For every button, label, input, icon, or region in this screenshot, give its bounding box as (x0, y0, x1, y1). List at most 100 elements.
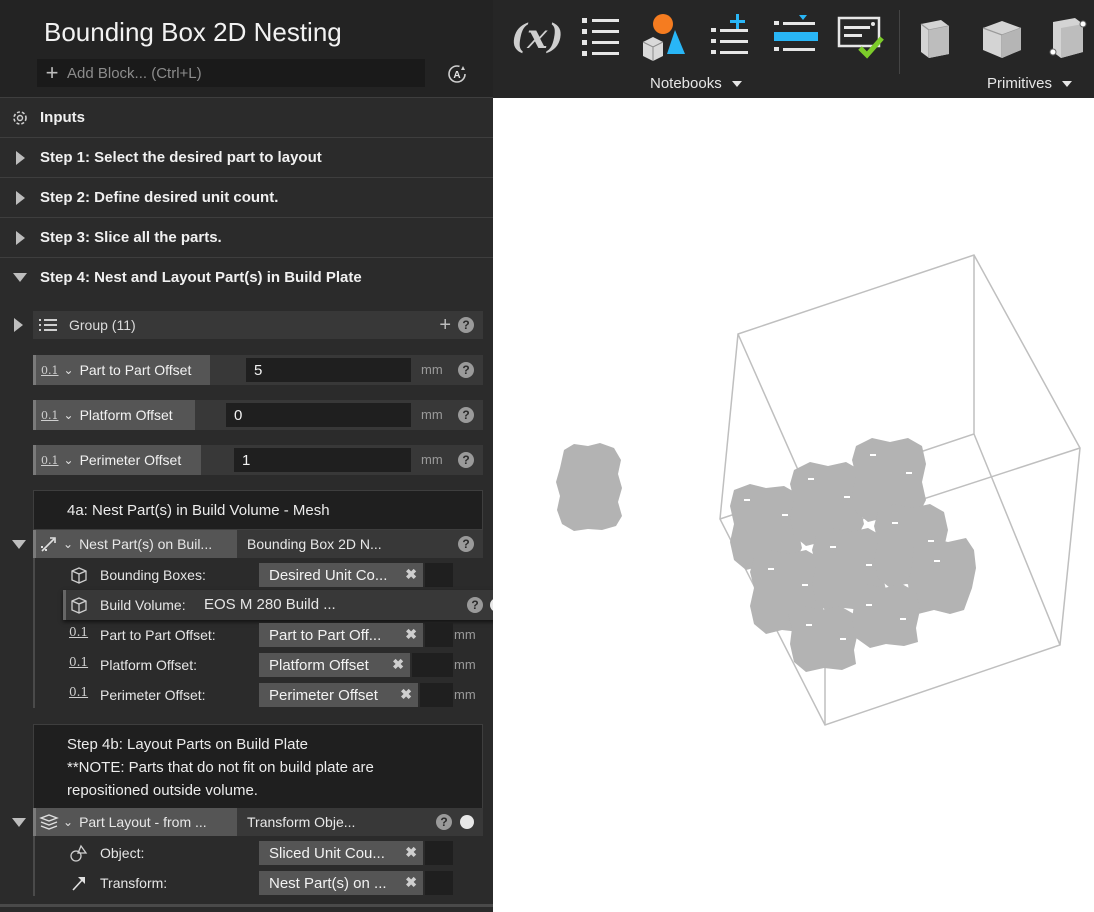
chevron-down-icon[interactable]: ⌄ (59, 537, 79, 551)
checklist-icon[interactable] (836, 12, 886, 62)
svg-text:A: A (453, 70, 460, 81)
block-4b-note-line: **NOTE: Parts that do not fit on build p… (67, 759, 374, 776)
chip-label: Desired Unit Co... (269, 566, 388, 584)
chevron-down-icon[interactable]: ⌄ (59, 815, 79, 829)
perimeter-offset-field[interactable]: 1 (234, 448, 411, 472)
help-icon[interactable]: ? (458, 317, 474, 333)
step1-section[interactable]: Step 1: Select the desired part to layou… (0, 137, 493, 177)
platform-offset-field[interactable]: 0 (226, 403, 411, 427)
layers-icon (39, 814, 59, 830)
output-port-icon[interactable] (460, 815, 474, 829)
list-icon[interactable] (576, 12, 626, 62)
3d-viewport[interactable] (494, 98, 1094, 912)
box-corner-icon[interactable] (1043, 12, 1093, 62)
primitives-group-menu[interactable]: Primitives (987, 75, 1073, 92)
expand-arrow-icon[interactable] (15, 190, 25, 205)
help-icon[interactable]: ? (467, 597, 483, 613)
block-4b-title-line: Step 4b: Layout Parts on Build Plate (67, 736, 308, 753)
help-icon[interactable]: ? (458, 452, 474, 468)
add-list-icon[interactable] (706, 12, 756, 62)
chevron-down-icon[interactable]: ⌄ (59, 408, 80, 422)
step3-section[interactable]: Step 3: Slice all the parts. (0, 217, 493, 257)
chip-label: Nest Part(s) on ... (269, 874, 387, 892)
unplaced-part[interactable] (556, 443, 622, 531)
collapse-arrow-icon[interactable] (13, 273, 27, 282)
chevron-down-icon[interactable]: ⌄ (59, 363, 80, 377)
input-link-chip[interactable]: Perimeter Offset ✖ (259, 683, 418, 707)
transform-arrow-icon (72, 877, 85, 891)
caret-down-icon (1062, 80, 1073, 87)
input-link-chip[interactable]: Part to Part Off... ✖ (259, 623, 423, 647)
shapes-icon[interactable] (639, 12, 689, 62)
input-link-chip[interactable]: Sliced Unit Cou... ✖ (259, 841, 423, 865)
nest-parts-operation-button[interactable]: ⌄ Nest Part(s) on Buil... (33, 530, 237, 558)
input-build-volume[interactable]: Build Volume: EOS M 280 Build ... ? (63, 590, 493, 620)
input-tail (420, 683, 453, 707)
input-tail (425, 563, 453, 587)
output-port-icon[interactable] (490, 598, 493, 612)
operation-reference[interactable]: Bounding Box 2D N... (247, 536, 382, 552)
chip-label: Part to Part Off... (269, 626, 382, 644)
insert-list-icon[interactable] (771, 12, 821, 62)
box-icon[interactable] (911, 12, 961, 62)
block-4b-header: ⌄ Part Layout - from ... Transform Obje.… (33, 808, 483, 836)
remove-icon[interactable]: ✖ (405, 844, 417, 861)
gear-icon (0, 109, 40, 127)
collapse-arrow-icon[interactable] (12, 540, 26, 549)
step2-label: Step 2: Define desired unit count. (40, 189, 279, 206)
param-name: Platform Offset (79, 407, 173, 423)
block-4a-title: 4a: Nest Part(s) in Build Volume - Mesh (67, 502, 330, 519)
remove-icon[interactable]: ✖ (400, 686, 412, 703)
group-label: Group (11) (69, 317, 136, 333)
chevron-down-icon[interactable]: ⌄ (59, 453, 80, 467)
nested-parts[interactable] (730, 438, 976, 672)
inputs-section[interactable]: Inputs (0, 97, 493, 137)
add-block-input[interactable]: + Add Block... (Ctrl+L) (37, 59, 425, 87)
box-icon[interactable] (977, 12, 1027, 62)
input-platform-offset: 0.1 Platform Offset: Platform Offset ✖ m… (33, 650, 483, 680)
group-block[interactable]: Group (11) + ? (33, 311, 483, 339)
input-part-to-part-offset: 0.1 Part to Part Offset: Part to Part Of… (33, 620, 483, 650)
block-4b-note-line: repositioned outside volume. (67, 782, 258, 799)
scene-canvas[interactable] (494, 98, 1094, 912)
input-name: Platform Offset: (100, 657, 197, 673)
remove-icon[interactable]: ✖ (392, 656, 404, 673)
step2-section[interactable]: Step 2: Define desired unit count. (0, 177, 493, 217)
notebooks-group-menu[interactable]: Notebooks (650, 75, 742, 92)
list-icon (39, 319, 57, 331)
help-icon[interactable]: ? (458, 536, 474, 552)
number-type-icon: 0.1 (69, 625, 89, 639)
part-layout-operation-button[interactable]: ⌄ Part Layout - from ... (33, 808, 237, 836)
input-name: Perimeter Offset: (100, 687, 206, 703)
input-perimeter-offset: 0.1 Perimeter Offset: Perimeter Offset ✖… (33, 680, 483, 710)
expand-arrow-icon[interactable] (15, 150, 25, 165)
operation-reference[interactable]: Transform Obje... (247, 814, 355, 830)
input-link-chip[interactable]: Desired Unit Co... ✖ (259, 563, 423, 587)
expand-arrow-icon[interactable] (15, 230, 25, 245)
help-icon[interactable]: ? (436, 814, 452, 830)
param-label-button[interactable]: 0.1 ⌄ Perimeter Offset (33, 445, 201, 475)
number-type-icon: 0.1 (41, 363, 59, 377)
panel-scrollbar[interactable] (0, 904, 493, 907)
group-expand-icon[interactable] (14, 318, 23, 332)
block-4a-header: ⌄ Nest Part(s) on Buil... Bounding Box 2… (33, 530, 483, 558)
step1-label: Step 1: Select the desired part to layou… (40, 149, 322, 166)
collapse-arrow-icon[interactable] (12, 818, 26, 827)
add-icon[interactable]: + (439, 314, 451, 337)
input-link-chip[interactable]: Platform Offset ✖ (259, 653, 410, 677)
part-to-part-offset-field[interactable]: 5 (246, 358, 411, 382)
input-link-chip[interactable]: Nest Part(s) on ... ✖ (259, 871, 423, 895)
variable-icon[interactable]: (x) (511, 12, 563, 62)
auto-refresh-icon[interactable]: A (446, 63, 468, 85)
remove-icon[interactable]: ✖ (405, 626, 417, 643)
page-title: Bounding Box 2D Nesting (44, 17, 342, 47)
step4-section[interactable]: Step 4: Nest and Layout Part(s) in Build… (0, 257, 493, 297)
remove-icon[interactable]: ✖ (405, 874, 417, 891)
param-label-button[interactable]: 0.1 ⌄ Platform Offset (33, 400, 195, 430)
step4-label: Step 4: Nest and Layout Part(s) in Build… (40, 269, 362, 286)
remove-icon[interactable]: ✖ (405, 566, 417, 583)
plus-icon: + (45, 60, 59, 85)
param-label-button[interactable]: 0.1 ⌄ Part to Part Offset (33, 355, 210, 385)
help-icon[interactable]: ? (458, 407, 474, 423)
help-icon[interactable]: ? (458, 362, 474, 378)
